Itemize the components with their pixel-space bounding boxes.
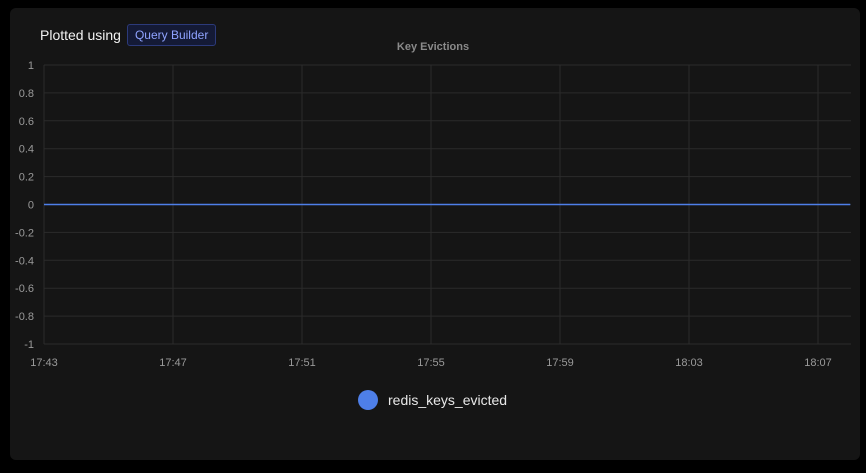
legend-swatch-redis-keys-evicted[interactable] [358,390,378,410]
y-tick-label: 0.2 [19,172,34,184]
x-tick-label: 17:43 [30,357,58,369]
chart-legend: redis_keys_evicted [358,390,507,410]
y-tick-label: 0.4 [19,144,34,156]
y-tick-label: 0.6 [19,116,34,128]
x-tick-label: 18:07 [804,357,832,369]
y-tick-label: -0.2 [15,227,34,239]
x-tick-label: 17:47 [159,357,187,369]
y-tick-label: 1 [28,60,34,72]
x-tick-label: 17:51 [288,357,316,369]
x-tick-label: 17:59 [546,357,574,369]
x-tick-label: 18:03 [675,357,703,369]
y-tick-label: -0.8 [15,311,34,323]
legend-label-redis-keys-evicted[interactable]: redis_keys_evicted [388,392,507,408]
y-tick-label: -1 [24,339,34,351]
x-tick-label: 17:55 [417,357,445,369]
y-tick-label: -0.4 [15,255,34,267]
y-tick-label: -0.6 [15,283,34,295]
y-tick-label: 0 [28,200,34,212]
y-tick-label: 0.8 [19,88,34,100]
